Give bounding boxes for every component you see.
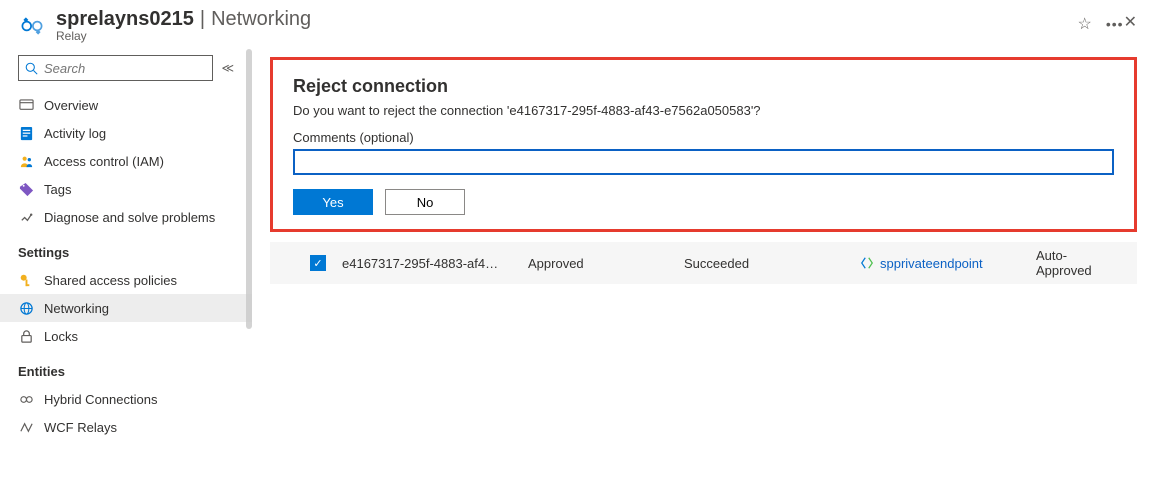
search-input[interactable] [44, 61, 206, 76]
lock-icon [18, 328, 34, 344]
row-provisioning-state: Succeeded [684, 256, 844, 271]
row-private-endpoint-name: spprivateendpoint [880, 256, 983, 271]
row-connection-state: Approved [528, 256, 668, 271]
hybrid-connections-icon [18, 391, 34, 407]
sidebar-item-label: Hybrid Connections [44, 392, 157, 407]
main-content: Reject connection Do you want to reject … [252, 49, 1155, 504]
no-button[interactable]: No [385, 189, 465, 215]
favorite-star-icon[interactable]: ☆ [1078, 14, 1092, 34]
sidebar-item-wcf-relays[interactable]: WCF Relays [0, 413, 252, 441]
sidebar-item-diagnose[interactable]: Diagnose and solve problems [0, 203, 252, 231]
sidebar-search[interactable] [18, 55, 213, 81]
private-endpoint-icon [860, 256, 874, 270]
tags-icon [18, 181, 34, 197]
sidebar-item-label: Overview [44, 98, 98, 113]
wcf-relays-icon [18, 419, 34, 435]
sidebar-item-networking[interactable]: Networking [0, 294, 252, 322]
sidebar-item-label: Tags [44, 182, 71, 197]
overview-icon [18, 97, 34, 113]
header-title-wrap: sprelayns0215 | Networking Relay [56, 8, 1068, 43]
row-description: Auto-Approved [1036, 248, 1119, 278]
sidebar-item-access-control[interactable]: Access control (IAM) [0, 147, 252, 175]
close-icon[interactable]: ✕ [1124, 12, 1137, 32]
resource-name: sprelayns0215 [56, 8, 194, 31]
row-private-endpoint-link[interactable]: spprivateendpoint [860, 256, 1020, 271]
comments-input[interactable] [293, 149, 1114, 175]
access-control-icon [18, 153, 34, 169]
reject-connection-dialog: Reject connection Do you want to reject … [270, 57, 1137, 232]
page-header: sprelayns0215 | Networking Relay ☆ ••• ✕ [0, 0, 1155, 49]
sidebar-section-settings: Settings [0, 231, 252, 266]
collapse-sidebar-icon[interactable]: ≪ [221, 61, 234, 75]
dialog-title: Reject connection [293, 76, 1114, 97]
sidebar-item-label: Shared access policies [44, 273, 177, 288]
sidebar-item-tags[interactable]: Tags [0, 175, 252, 203]
more-ellipsis-icon[interactable]: ••• [1106, 16, 1124, 32]
networking-icon [18, 300, 34, 316]
sidebar-item-overview[interactable]: Overview [0, 91, 252, 119]
comments-label: Comments (optional) [293, 130, 1114, 145]
sidebar-item-label: Access control (IAM) [44, 154, 164, 169]
sidebar-item-activity-log[interactable]: Activity log [0, 119, 252, 147]
page-title: Networking [211, 8, 311, 31]
dialog-message: Do you want to reject the connection 'e4… [293, 103, 1114, 118]
sidebar: ≪ Overview Activity log Access control (… [0, 49, 252, 504]
sidebar-item-hybrid-connections[interactable]: Hybrid Connections [0, 385, 252, 413]
search-icon [25, 62, 38, 75]
sidebar-item-locks[interactable]: Locks [0, 322, 252, 350]
sidebar-item-label: WCF Relays [44, 420, 117, 435]
sidebar-section-entities: Entities [0, 350, 252, 385]
row-connection-name: e4167317-295f-4883-af4… [342, 256, 512, 271]
key-icon [18, 272, 34, 288]
row-checkbox[interactable]: ✓ [310, 255, 326, 271]
sidebar-item-label: Activity log [44, 126, 106, 141]
yes-button[interactable]: Yes [293, 189, 373, 215]
diagnose-icon [18, 209, 34, 225]
sidebar-item-shared-access[interactable]: Shared access policies [0, 266, 252, 294]
resource-type-label: Relay [56, 29, 1068, 43]
relay-resource-icon [18, 12, 46, 40]
sidebar-item-label: Networking [44, 301, 109, 316]
sidebar-item-label: Diagnose and solve problems [44, 210, 215, 225]
connection-row[interactable]: ✓ e4167317-295f-4883-af4… Approved Succe… [270, 242, 1137, 284]
sidebar-item-label: Locks [44, 329, 78, 344]
activity-log-icon [18, 125, 34, 141]
